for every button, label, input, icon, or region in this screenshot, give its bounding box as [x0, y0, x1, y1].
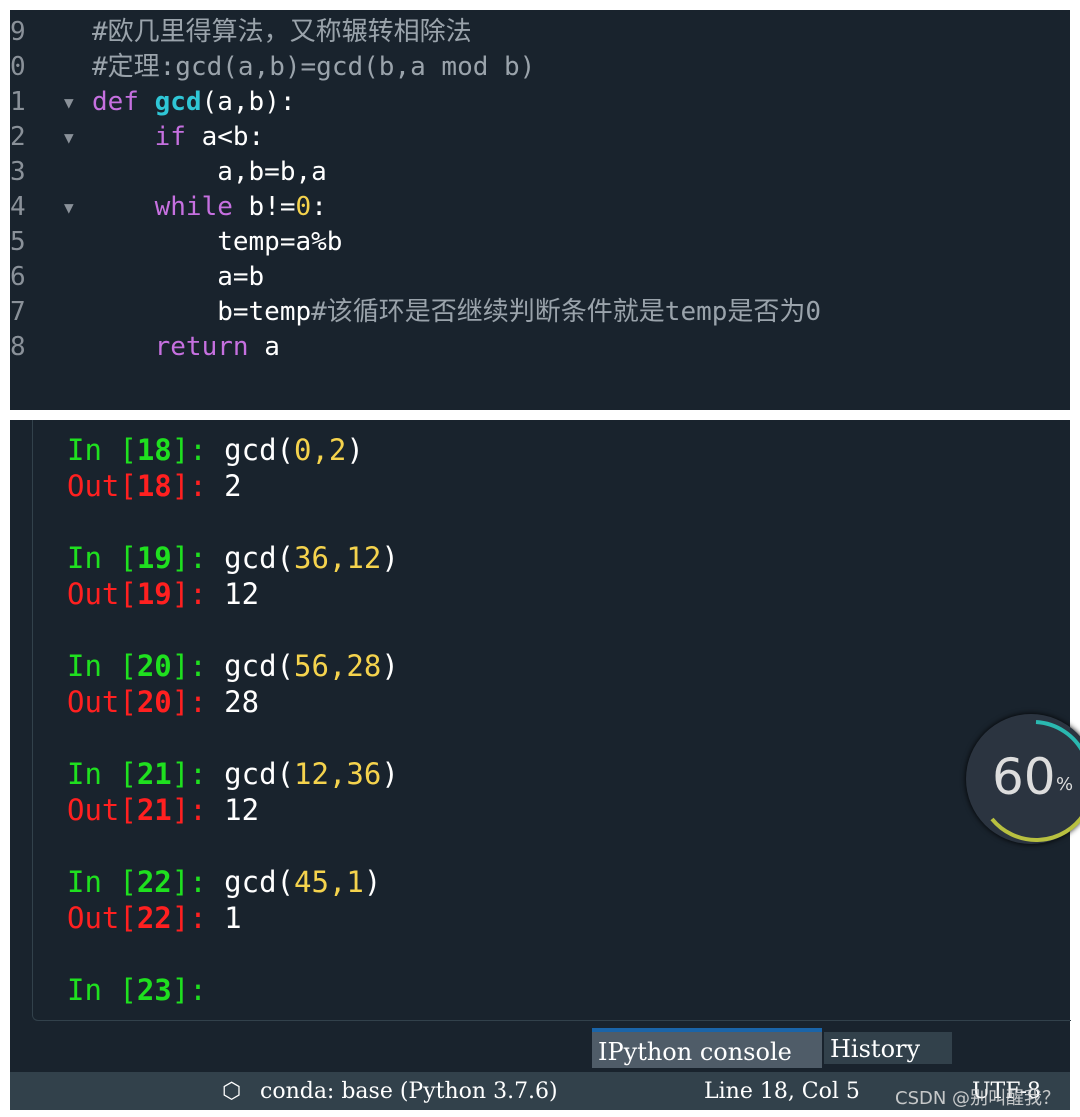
- call-name: gcd: [224, 433, 277, 467]
- prompt-number: 18: [136, 469, 172, 503]
- code-token: if: [154, 122, 186, 152]
- code-token: :: [311, 192, 327, 222]
- call-name: gcd: [224, 757, 277, 791]
- performance-gauge: 60 %: [966, 714, 1080, 844]
- conda-icon: ⬡: [222, 1079, 242, 1104]
- line-number: 8: [10, 332, 26, 362]
- prompt-number: 20: [136, 685, 172, 719]
- code-token: #该循环是否继续判断条件就是temp是否为0: [311, 297, 822, 327]
- fold-arrow-icon[interactable]: ▼: [64, 190, 74, 225]
- code-token: (a,b):: [201, 87, 296, 117]
- input-prompt: In [22]: gcd(45,1): [67, 865, 382, 899]
- prompt-number: 22: [136, 901, 172, 935]
- line-number: 9: [10, 17, 26, 47]
- tab-ipython-console[interactable]: IPython console: [592, 1028, 822, 1068]
- line-number: 3: [10, 157, 26, 187]
- code-token: a<b:: [185, 122, 265, 152]
- prompt-number: 19: [136, 541, 172, 575]
- code-text: #欧几里得算法，又称辗转相除法: [92, 15, 472, 50]
- prompt-number: 20: [136, 649, 172, 683]
- output-line: Out[22]: 1: [67, 901, 242, 935]
- prompt-number: 22: [136, 865, 172, 899]
- line-number: 0: [10, 52, 26, 82]
- code-text: #定理:gcd(a,b)=gcd(b,a mod b): [92, 50, 535, 85]
- code-text: def gcd(a,b):: [92, 85, 296, 120]
- code-token: gcd: [154, 87, 202, 117]
- call-name: gcd: [224, 541, 277, 575]
- prompt-number: 19: [136, 577, 172, 611]
- fold-arrow-icon[interactable]: ▼: [64, 120, 74, 155]
- line-number: 7: [10, 297, 26, 327]
- output-value: 12: [224, 577, 260, 611]
- code-token: def: [92, 87, 155, 117]
- code-token: while: [154, 192, 233, 222]
- prompt-number: 21: [136, 793, 172, 827]
- code-token: b=temp: [92, 297, 312, 327]
- code-text: a=b: [92, 260, 264, 295]
- code-text: a,b=b,a: [92, 155, 327, 190]
- call-args: 56,28: [294, 649, 382, 683]
- code-text: if a<b:: [92, 120, 265, 155]
- output-line: Out[20]: 28: [67, 685, 260, 719]
- line-number: 2: [10, 122, 26, 152]
- call-args: 0,2: [294, 433, 347, 467]
- line-number: 4: [10, 192, 26, 222]
- call-name: gcd: [224, 865, 277, 899]
- code-token: a=b: [92, 262, 265, 292]
- code-text: temp=a%b: [92, 225, 342, 260]
- input-prompt: In [21]: gcd(12,36): [67, 757, 399, 791]
- code-token: b!=: [232, 192, 296, 222]
- code-text: while b!=0:: [92, 190, 327, 225]
- input-prompt: In [18]: gcd(0,2): [67, 433, 364, 467]
- line-number: 6: [10, 262, 26, 292]
- gauge-value: 60: [992, 748, 1056, 806]
- code-token: temp=a%b: [92, 227, 343, 257]
- output-line: Out[18]: 2: [67, 469, 242, 503]
- prompt-number: 23: [136, 973, 172, 1007]
- input-prompt: In [20]: gcd(56,28): [67, 649, 399, 683]
- output-line: Out[19]: 12: [67, 577, 260, 611]
- code-editor[interactable]: 9 #欧几里得算法，又称辗转相除法 0 #定理:gcd(a,b)=gcd(b,a mo…: [10, 10, 1070, 410]
- tab-history[interactable]: History: [824, 1032, 952, 1064]
- prompt-number: 21: [136, 757, 172, 791]
- output-value: 2: [224, 469, 242, 503]
- call-args: 45,1: [294, 865, 364, 899]
- ipython-console[interactable]: In [18]: gcd(0,2) Out[18]: 2 In [19]: gcd(…: [10, 420, 1071, 1072]
- console-output[interactable]: In [18]: gcd(0,2) Out[18]: 2 In [19]: gcd(…: [32, 420, 1071, 1021]
- code-token: #欧几里得算法，又称辗转相除法: [92, 17, 472, 47]
- code-token: a,b=b,a: [92, 157, 327, 187]
- output-line: Out[21]: 12: [67, 793, 260, 827]
- call-args: 36,12: [294, 541, 382, 575]
- output-value: 12: [224, 793, 260, 827]
- prompt-number: 18: [136, 433, 172, 467]
- status-env: conda: base (Python 3.7.6): [260, 1079, 558, 1104]
- input-prompt-current: In [23]:: [67, 973, 225, 1007]
- output-value: 28: [224, 685, 260, 719]
- line-number: 5: [10, 227, 26, 257]
- fold-arrow-icon[interactable]: ▼: [64, 85, 74, 120]
- input-prompt: In [19]: gcd(36,12): [67, 541, 399, 575]
- watermark: CSDN @别叫醒我？: [895, 1088, 1061, 1109]
- output-value: 1: [224, 901, 242, 935]
- call-args: 12,36: [294, 757, 382, 791]
- code-token: return: [154, 332, 249, 362]
- code-text: b=temp#该循环是否继续判断条件就是temp是否为0: [92, 295, 821, 330]
- call-name: gcd: [224, 649, 277, 683]
- code-token: #定理:gcd(a,b)=gcd(b,a mod b): [92, 52, 536, 82]
- gauge-unit: %: [1056, 774, 1074, 795]
- code-token: 0: [295, 192, 312, 222]
- status-position: Line 18, Col 5: [704, 1079, 860, 1104]
- code-text: return a: [92, 330, 280, 365]
- line-number: 1: [10, 87, 26, 117]
- code-token: a: [248, 332, 280, 362]
